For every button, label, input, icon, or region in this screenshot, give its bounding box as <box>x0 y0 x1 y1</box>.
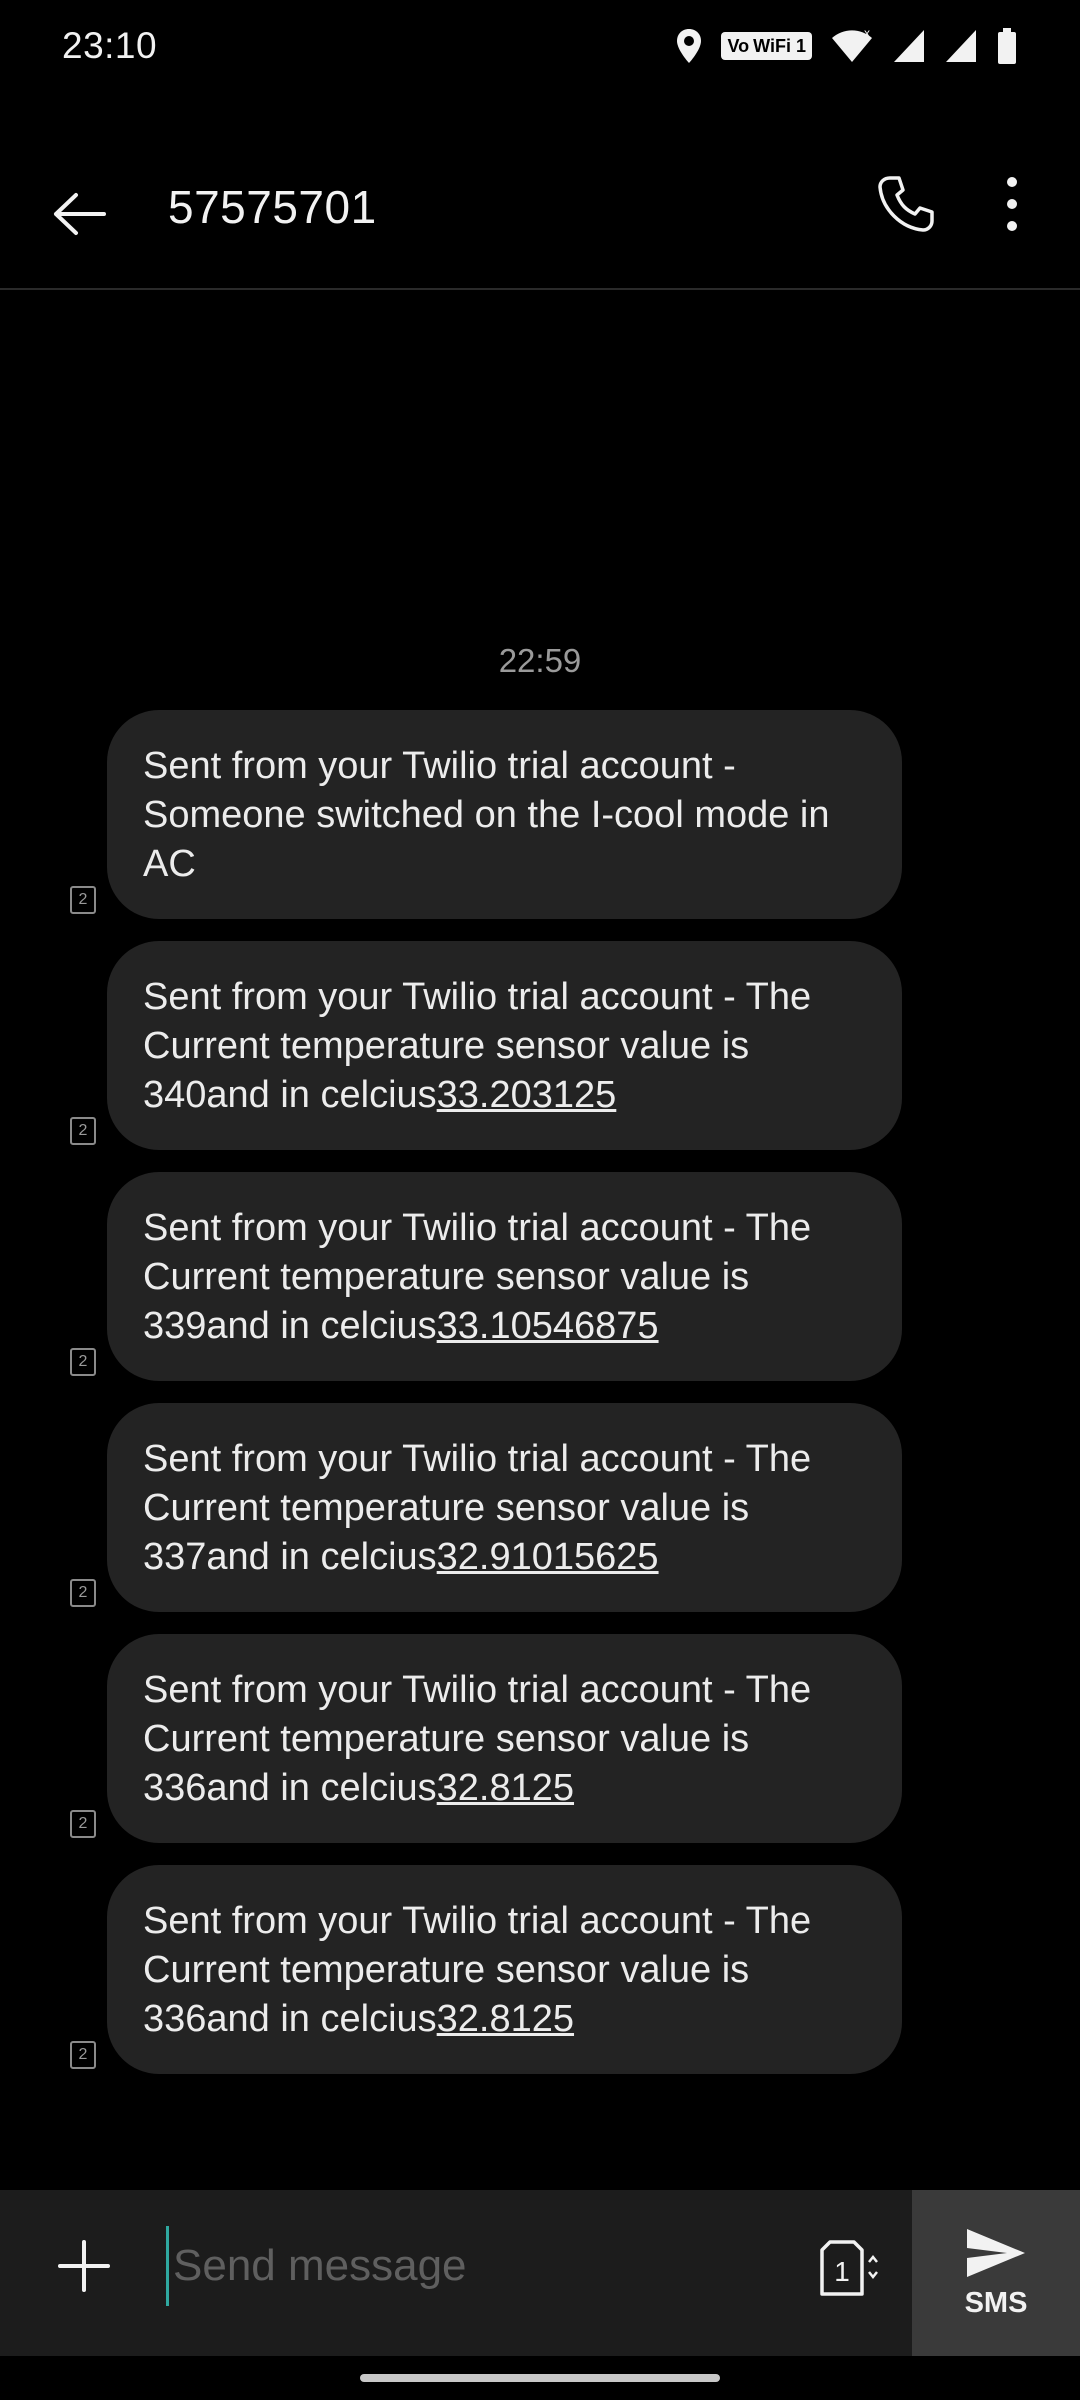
status-icons: Vo WiFi 1 x <box>675 27 1018 65</box>
status-time: 23:10 <box>62 25 158 66</box>
signal-icon <box>946 30 976 62</box>
sim-indicator: 2 <box>70 1117 96 1145</box>
sim-indicator: 2 <box>70 1348 96 1376</box>
compose-bar: 1 SMS <box>0 2190 1080 2356</box>
message-bubble[interactable]: Sent from your Twilio trial account - Th… <box>107 1403 902 1612</box>
send-label: SMS <box>964 2286 1028 2319</box>
contact-title: 57575701 <box>168 181 377 233</box>
status-bar: 23:10 Vo WiFi 1 x <box>0 0 1080 92</box>
sim-selector[interactable]: 1 <box>812 2232 884 2304</box>
message-bubble[interactable]: Sent from your Twilio trial account - Th… <box>107 941 902 1150</box>
sim-card-icon: 1 <box>820 2240 878 2296</box>
message-link[interactable]: 32.8125 <box>437 1998 574 2040</box>
sim-indicator: 2 <box>70 1579 96 1607</box>
message-text: Sent from your Twilio trial account - So… <box>143 745 830 885</box>
svg-text:x: x <box>864 28 870 40</box>
wifi-icon: x <box>832 28 872 62</box>
message-bubble[interactable]: Sent from your Twilio trial account - So… <box>107 710 902 919</box>
message-link[interactable]: 33.203125 <box>437 1074 617 1116</box>
back-button[interactable] <box>48 182 112 246</box>
message-bubble[interactable]: Sent from your Twilio trial account - Th… <box>107 1865 902 2074</box>
message-bubble[interactable]: Sent from your Twilio trial account - Th… <box>107 1634 902 1843</box>
vowifi-prefix: Vo <box>727 36 750 56</box>
plus-icon <box>58 2240 110 2292</box>
send-sms-button[interactable]: SMS <box>912 2190 1080 2356</box>
vowifi-badge: Vo WiFi 1 <box>721 32 812 60</box>
message-link[interactable]: 32.91015625 <box>437 1536 659 1578</box>
sim-indicator: 2 <box>70 1810 96 1838</box>
messages-screen: 23:10 Vo WiFi 1 x 57575701 22:59 Sent fr… <box>0 0 1080 2400</box>
message-link[interactable]: 33.10546875 <box>437 1305 659 1347</box>
sim-indicator: 2 <box>70 2041 96 2069</box>
location-icon <box>677 29 702 63</box>
vowifi-label: WiFi 1 <box>753 36 806 56</box>
gesture-nav-handle[interactable] <box>360 2374 720 2382</box>
send-icon <box>967 2228 1025 2277</box>
message-bubble[interactable]: Sent from your Twilio trial account - Th… <box>107 1172 902 1381</box>
app-bar: 57575701 <box>0 140 1080 290</box>
more-vert-icon <box>1007 177 1017 231</box>
battery-icon <box>998 28 1016 64</box>
call-button[interactable] <box>870 168 942 240</box>
arrow-back-icon <box>54 193 106 235</box>
sim-indicator: 2 <box>70 886 96 914</box>
sim-number: 1 <box>834 2256 850 2287</box>
more-options-button[interactable] <box>980 168 1044 240</box>
attach-button[interactable] <box>52 2234 116 2298</box>
signal-icon <box>894 30 924 62</box>
message-link[interactable]: 32.8125 <box>437 1767 574 1809</box>
phone-icon <box>878 176 934 232</box>
compose-input[interactable] <box>166 2226 786 2306</box>
message-timestamp: 22:59 <box>498 642 582 679</box>
